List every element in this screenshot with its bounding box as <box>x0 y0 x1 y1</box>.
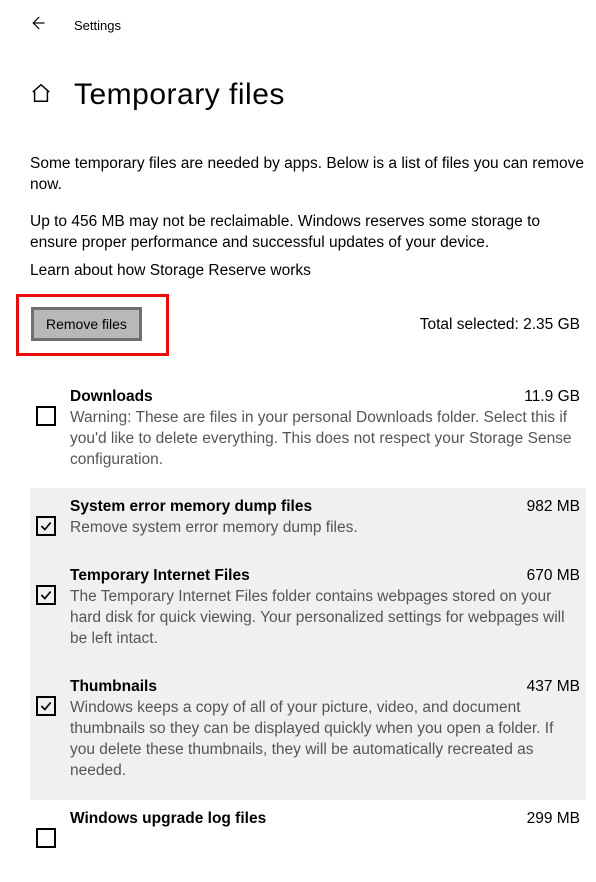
checkbox[interactable] <box>36 585 56 605</box>
checkbox[interactable] <box>36 516 56 536</box>
file-size: 299 MB <box>527 810 580 828</box>
file-title: Downloads <box>70 388 153 406</box>
checkbox-col <box>36 810 56 848</box>
header-label: Settings <box>74 18 121 33</box>
file-title: System error memory dump files <box>70 498 312 516</box>
file-size: 11.9 GB <box>524 388 580 406</box>
back-arrow-icon[interactable] <box>28 14 46 36</box>
file-desc: Remove system error memory dump files. <box>70 518 580 539</box>
header-bar: Settings <box>0 0 596 46</box>
file-title: Thumbnails <box>70 678 157 696</box>
file-body: System error memory dump files 982 MB Remo… <box>70 498 580 539</box>
file-body: Temporary Internet Files 670 MB The Tempor… <box>70 567 580 650</box>
file-head: System error memory dump files 982 MB <box>70 498 580 516</box>
file-title: Windows upgrade log files <box>70 810 266 828</box>
file-head: Windows upgrade log files 299 MB <box>70 810 580 828</box>
file-item[interactable]: Downloads 11.9 GB Warning: These are files… <box>30 378 586 489</box>
file-desc: Windows keeps a copy of all of your pict… <box>70 698 580 782</box>
file-desc: The Temporary Internet Files folder cont… <box>70 587 580 650</box>
file-body: Windows upgrade log files 299 MB <box>70 810 580 848</box>
checkbox-col <box>36 498 56 539</box>
content-area: Some temporary files are needed by apps.… <box>0 112 596 866</box>
file-body: Thumbnails 437 MB Windows keeps a copy of … <box>70 678 580 782</box>
file-desc: Warning: These are files in your persona… <box>70 408 580 471</box>
checkbox-col <box>36 388 56 471</box>
intro-text: Some temporary files are needed by apps.… <box>30 154 586 196</box>
checkbox[interactable] <box>36 696 56 716</box>
remove-files-button[interactable]: Remove files <box>31 307 142 341</box>
checkbox-col <box>36 567 56 650</box>
home-icon[interactable] <box>30 82 52 109</box>
file-item[interactable]: Temporary Internet Files 670 MB The Tempor… <box>30 557 586 668</box>
highlight-box: Remove files <box>16 294 169 356</box>
file-size: 982 MB <box>527 498 580 516</box>
checkbox[interactable] <box>36 828 56 848</box>
file-title: Temporary Internet Files <box>70 567 250 585</box>
file-size: 437 MB <box>527 678 580 696</box>
file-head: Downloads 11.9 GB <box>70 388 580 406</box>
learn-link[interactable]: Learn about how Storage Reserve works <box>30 262 586 280</box>
file-head: Temporary Internet Files 670 MB <box>70 567 580 585</box>
file-head: Thumbnails 437 MB <box>70 678 580 696</box>
checkbox-col <box>36 678 56 782</box>
file-item[interactable]: System error memory dump files 982 MB Remo… <box>30 488 586 557</box>
total-selected-label: Total selected: 2.35 GB <box>420 316 580 334</box>
file-body: Downloads 11.9 GB Warning: These are files… <box>70 388 580 471</box>
file-item[interactable]: Windows upgrade log files 299 MB <box>30 800 586 866</box>
file-list: Downloads 11.9 GB Warning: These are files… <box>30 378 586 866</box>
reserve-text: Up to 456 MB may not be reclaimable. Win… <box>30 212 586 254</box>
action-row: Remove files Total selected: 2.35 GB <box>30 294 586 356</box>
page-title: Temporary files <box>74 78 285 112</box>
checkbox[interactable] <box>36 406 56 426</box>
title-row: Temporary files <box>0 46 596 112</box>
file-size: 670 MB <box>527 567 580 585</box>
file-item[interactable]: Thumbnails 437 MB Windows keeps a copy of … <box>30 668 586 800</box>
